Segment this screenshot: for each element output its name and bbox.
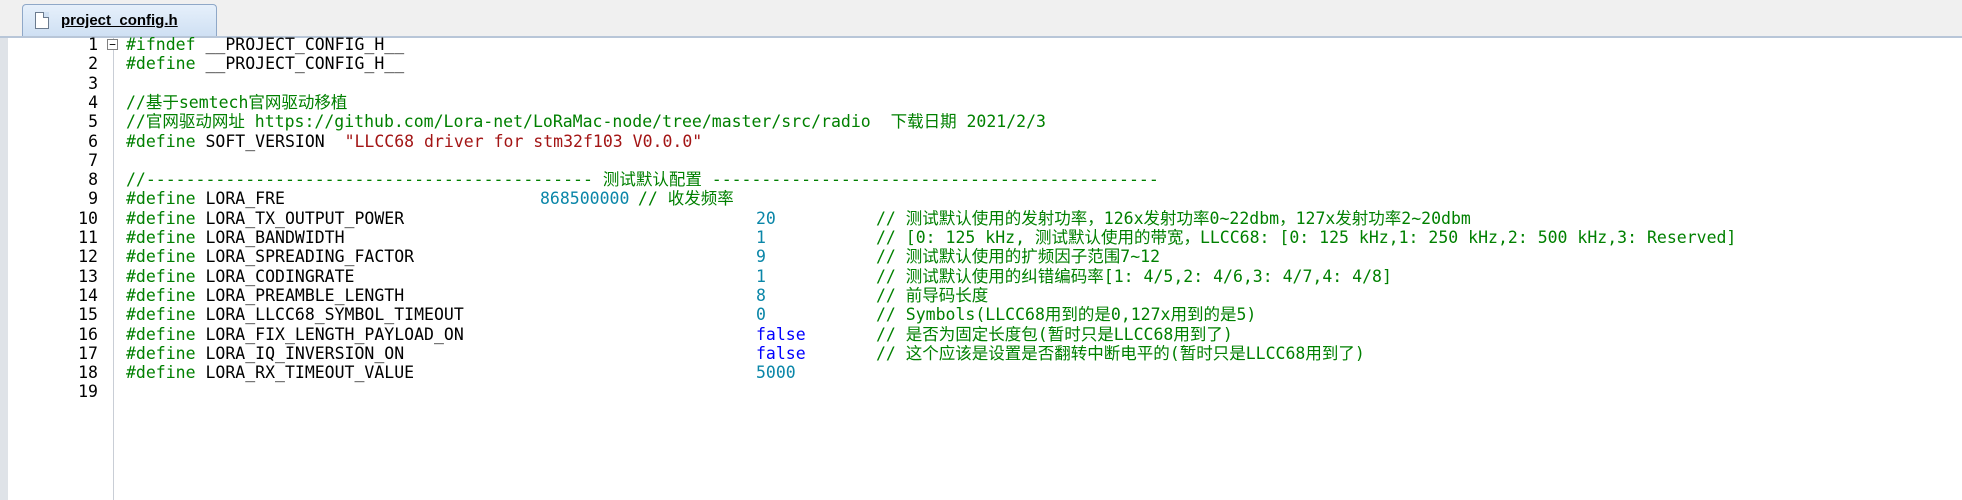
preprocessor-directive: #define [126, 324, 196, 344]
comment: //基于semtech官网驱动移植 [126, 92, 348, 112]
macro-name: LORA_RX_TIMEOUT_VALUE [195, 363, 415, 383]
line-number: 19 [78, 382, 98, 402]
macro-name: LORA_FRE [195, 189, 285, 209]
macro-name: __PROJECT_CONFIG_H__ [195, 54, 405, 74]
comment: //官网驱动网址 https://github.com/Lora-net/LoR… [126, 112, 1046, 132]
preprocessor-directive: #define [126, 305, 196, 325]
macro-name: LORA_CODINGRATE [195, 266, 355, 286]
macro-name: LORA_SPREADING_FACTOR [195, 247, 415, 267]
preprocessor-directive: #define [126, 228, 196, 247]
tab-project-config[interactable]: project_config.h [22, 4, 217, 36]
string-literal: "LLCC68 driver for stm32f103 V0.0.0" [344, 131, 703, 151]
tab-label: project_config.h [61, 12, 178, 29]
macro-name: LORA_BANDWIDTH [195, 228, 345, 247]
preprocessor-directive: #define [126, 208, 196, 228]
fold-collapse-icon[interactable]: − [107, 39, 118, 50]
preprocessor-directive: #define [126, 266, 196, 286]
macro-name: LORA_TX_OUTPUT_POWER [195, 208, 405, 228]
preprocessor-directive: #define [126, 189, 196, 209]
preprocessor-directive: #define [126, 131, 196, 151]
macro-name: SOFT_VERSION [195, 131, 345, 151]
preprocessor-directive: #define [126, 54, 196, 74]
file-icon [35, 12, 49, 29]
preprocessor-directive: #ifndef [126, 35, 196, 54]
preprocessor-directive: #define [126, 247, 196, 267]
preprocessor-directive: #define [126, 343, 196, 363]
preprocessor-directive: #define [126, 285, 196, 305]
preprocessor-directive: #define [126, 363, 196, 383]
macro-name: LORA_PREAMBLE_LENGTH [195, 285, 405, 305]
macro-name: __PROJECT_CONFIG_H__ [195, 35, 405, 54]
comment: //--------------------------------------… [126, 170, 1159, 190]
code-line[interactable]: 19 [8, 380, 1962, 404]
code-editor[interactable]: 1− #ifndef __PROJECT_CONFIG_H__ 2 #define _… [0, 35, 1962, 500]
macro-name: LORA_IQ_INVERSION_ON [195, 343, 405, 363]
macro-name: LORA_FIX_LENGTH_PAYLOAD_ON [195, 324, 464, 344]
macro-name: LORA_LLCC68_SYMBOL_TIMEOUT [195, 305, 464, 325]
